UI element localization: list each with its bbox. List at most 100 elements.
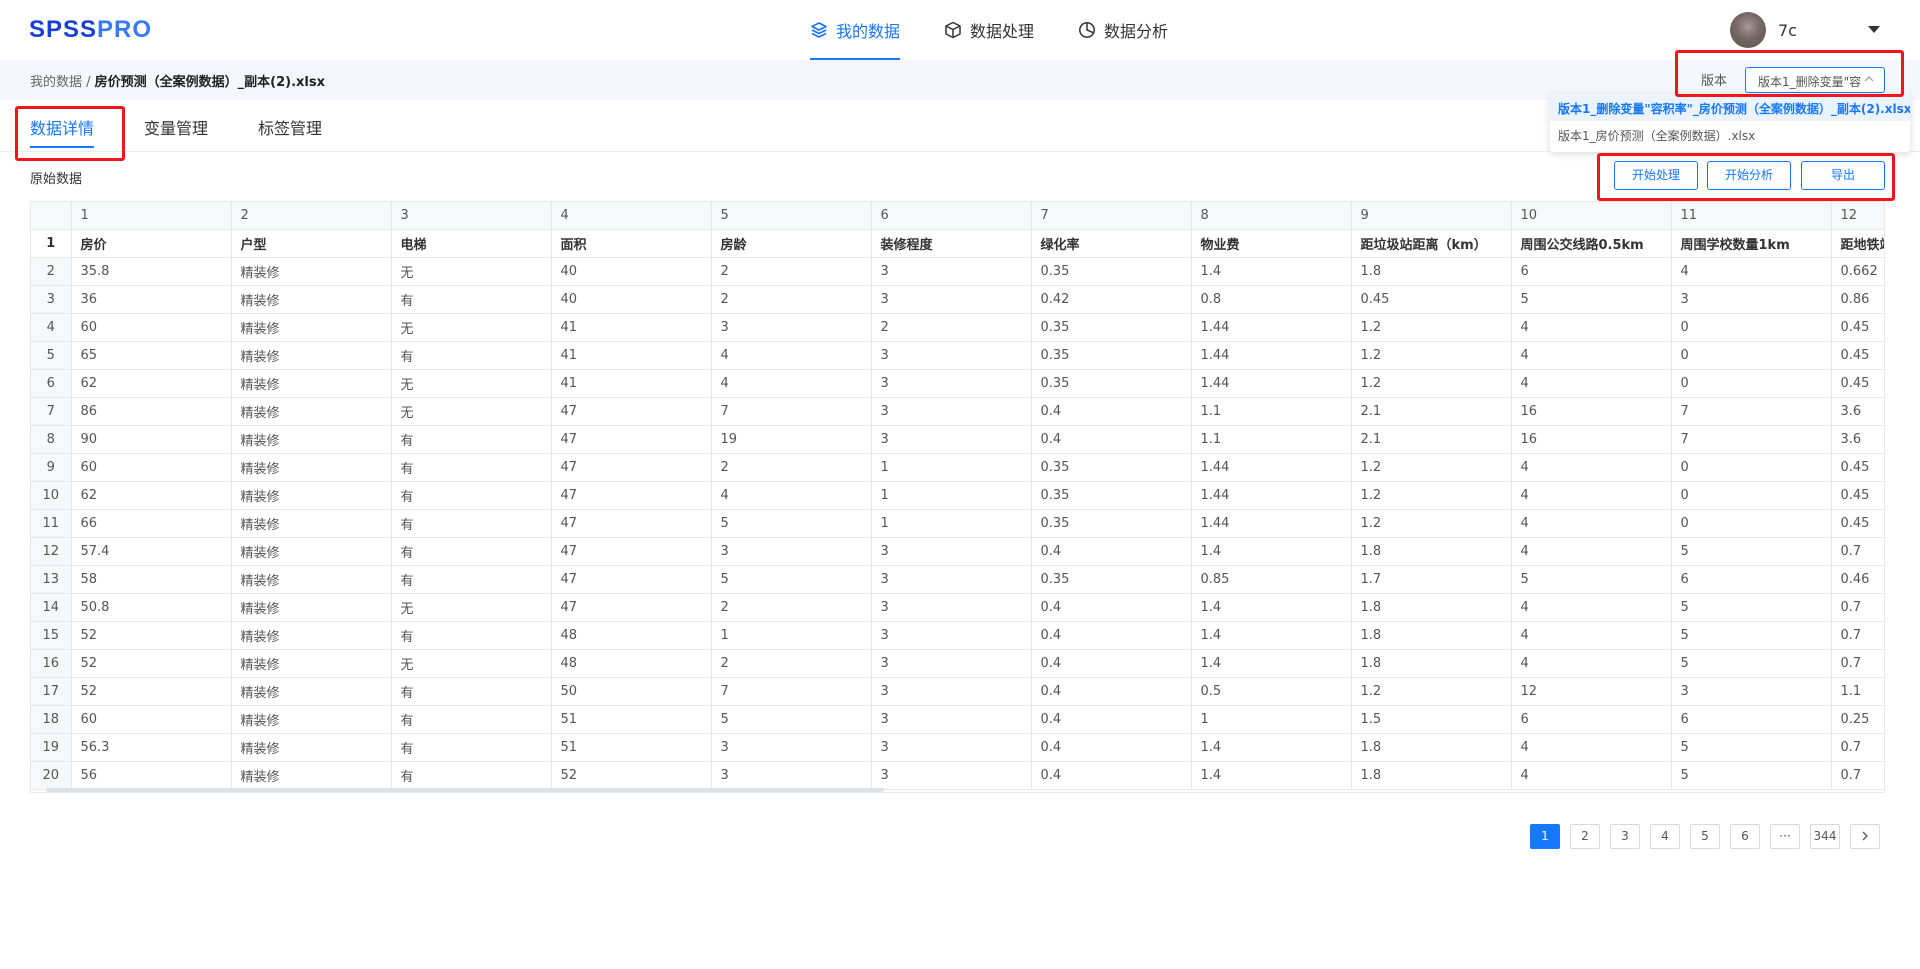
table-cell[interactable]: 16 [1511, 397, 1672, 426]
row-number-cell[interactable]: 4 [31, 313, 72, 342]
table-cell[interactable]: 0.45 [1831, 509, 1884, 538]
table-cell[interactable]: 1.44 [1191, 453, 1352, 482]
table-cell[interactable]: 0 [1671, 341, 1832, 370]
row-number-cell[interactable]: 6 [31, 369, 72, 398]
column-number-cell[interactable]: 2 [231, 202, 392, 230]
table-cell[interactable]: 4 [711, 369, 872, 398]
table-cell[interactable]: 4 [1511, 537, 1672, 566]
table-cell[interactable]: 35.8 [71, 257, 232, 286]
table-row[interactable]: 10 62 精装修有 47 4 1 0.35 1.44 1.2 4 0 0.45 [31, 481, 1884, 510]
table-cell[interactable]: 3 [871, 565, 1032, 594]
table-cell[interactable]: 精装修 [231, 733, 392, 762]
table-cell[interactable]: 1 [1191, 705, 1352, 734]
table-cell[interactable]: 50.8 [71, 593, 232, 622]
table-cell[interactable]: 有 [391, 621, 552, 650]
table-cell[interactable]: 无 [391, 593, 552, 622]
table-cell[interactable]: 0.35 [1031, 565, 1192, 594]
table-cell[interactable]: 精装修 [231, 397, 392, 426]
table-cell[interactable]: 86 [71, 397, 232, 426]
table-row[interactable]: 5 65 精装修有 41 4 3 0.35 1.44 1.2 4 0 0.45 [31, 341, 1884, 370]
row-number-cell[interactable]: 3 [31, 285, 72, 314]
table-cell[interactable]: 1.8 [1351, 537, 1512, 566]
table-cell[interactable]: 5 [1671, 537, 1832, 566]
table-cell[interactable]: 0.7 [1831, 593, 1884, 622]
table-cell[interactable]: 1.4 [1191, 649, 1352, 678]
table-cell[interactable]: 1.4 [1191, 733, 1352, 762]
table-cell[interactable]: 4 [1511, 593, 1672, 622]
table-cell[interactable]: 无 [391, 369, 552, 398]
table-row[interactable]: 4 60 精装修无 41 3 2 0.35 1.44 1.2 4 0 0.45 [31, 313, 1884, 342]
column-number-cell[interactable]: 9 [1351, 202, 1512, 230]
table-cell[interactable]: 1.1 [1191, 425, 1352, 454]
start-processing-button[interactable]: 开始处理 [1614, 161, 1698, 190]
table-cell[interactable]: 0.5 [1191, 677, 1352, 706]
table-cell[interactable]: 5 [1511, 565, 1672, 594]
table-cell[interactable]: 2 [871, 313, 1032, 342]
table-cell[interactable]: 4 [711, 341, 872, 370]
table-cell[interactable]: 3 [711, 733, 872, 762]
table-cell[interactable]: 48 [551, 621, 712, 650]
table-cell[interactable]: 有 [391, 481, 552, 510]
table-cell[interactable]: 7 [711, 677, 872, 706]
horizontal-scrollbar[interactable] [46, 788, 884, 792]
table-cell[interactable]: 5 [711, 509, 872, 538]
table-cell[interactable]: 3.6 [1831, 425, 1884, 454]
table-cell[interactable]: 4 [711, 481, 872, 510]
table-cell[interactable]: 1.2 [1351, 341, 1512, 370]
table-cell[interactable]: 1.2 [1351, 313, 1512, 342]
corner-cell[interactable] [31, 202, 72, 230]
table-cell[interactable]: 12 [1511, 677, 1672, 706]
table-cell[interactable]: 0.8 [1191, 285, 1352, 314]
column-number-cell[interactable]: 12 [1831, 202, 1884, 230]
table-cell[interactable]: 有 [391, 453, 552, 482]
row-number-cell[interactable]: 16 [31, 649, 72, 678]
table-cell[interactable]: 精装修 [231, 621, 392, 650]
table-cell[interactable]: 52 [71, 621, 232, 650]
table-cell[interactable]: 7 [711, 397, 872, 426]
table-cell[interactable]: 3 [711, 313, 872, 342]
table-cell[interactable]: 精装修 [231, 677, 392, 706]
table-cell[interactable]: 精装修 [231, 509, 392, 538]
table-cell[interactable]: 4 [1511, 509, 1672, 538]
table-cell[interactable]: 1.8 [1351, 649, 1512, 678]
table-cell[interactable]: 0 [1671, 509, 1832, 538]
table-row[interactable]: 18 60 精装修有 51 5 3 0.4 1 1.5 6 6 0.25 [31, 705, 1884, 734]
table-cell[interactable]: 2 [711, 285, 872, 314]
table-cell[interactable]: 62 [71, 369, 232, 398]
table-cell[interactable]: 3.6 [1831, 397, 1884, 426]
table-cell[interactable]: 3 [1671, 285, 1832, 314]
table-cell[interactable]: 3 [871, 649, 1032, 678]
table-cell[interactable]: 0.45 [1351, 285, 1512, 314]
table-row[interactable]: 6 62 精装修无 41 4 3 0.35 1.44 1.2 4 0 0.45 [31, 369, 1884, 398]
table-cell[interactable]: 3 [711, 761, 872, 790]
start-analysis-button[interactable]: 开始分析 [1707, 161, 1791, 190]
column-number-cell[interactable]: 6 [871, 202, 1032, 230]
table-cell[interactable]: 7 [1671, 425, 1832, 454]
table-cell[interactable]: 52 [71, 649, 232, 678]
table-cell[interactable]: 0.86 [1831, 285, 1884, 314]
caret-down-icon[interactable] [1868, 26, 1880, 34]
table-cell[interactable]: 1.2 [1351, 481, 1512, 510]
table-cell[interactable]: 0.45 [1831, 453, 1884, 482]
table-row[interactable]: 14 50.8 精装修无 47 2 3 0.4 1.4 1.8 4 5 0.7 [31, 593, 1884, 622]
table-cell[interactable]: 0.4 [1031, 677, 1192, 706]
table-cell[interactable]: 57.4 [71, 537, 232, 566]
header-cell[interactable]: 周围学校数量1km [1671, 229, 1832, 258]
table-cell[interactable]: 0.85 [1191, 565, 1352, 594]
table-cell[interactable]: 0.35 [1031, 341, 1192, 370]
table-cell[interactable]: 0.45 [1831, 313, 1884, 342]
header-cell[interactable]: 房龄 [711, 229, 872, 258]
table-row[interactable]: 3 36 精装修有 40 2 3 0.42 0.8 0.45 5 3 0.86 [31, 285, 1884, 314]
column-number-cell[interactable]: 8 [1191, 202, 1352, 230]
table-cell[interactable]: 精装修 [231, 257, 392, 286]
table-cell[interactable]: 4 [1511, 649, 1672, 678]
header-cell[interactable]: 周围公交线路0.5km [1511, 229, 1672, 258]
table-row[interactable]: 19 56.3 精装修有 51 3 3 0.4 1.4 1.8 4 5 0.7 [31, 733, 1884, 762]
page-button[interactable]: 1 [1530, 824, 1560, 849]
table-cell[interactable]: 3 [871, 397, 1032, 426]
header-cell[interactable]: 距垃圾站距离（km） [1351, 229, 1512, 258]
table-cell[interactable]: 4 [1671, 257, 1832, 286]
table-cell[interactable]: 3 [871, 369, 1032, 398]
table-cell[interactable]: 3 [871, 593, 1032, 622]
version-select[interactable]: 版本1_删除变量"容 [1745, 67, 1885, 93]
